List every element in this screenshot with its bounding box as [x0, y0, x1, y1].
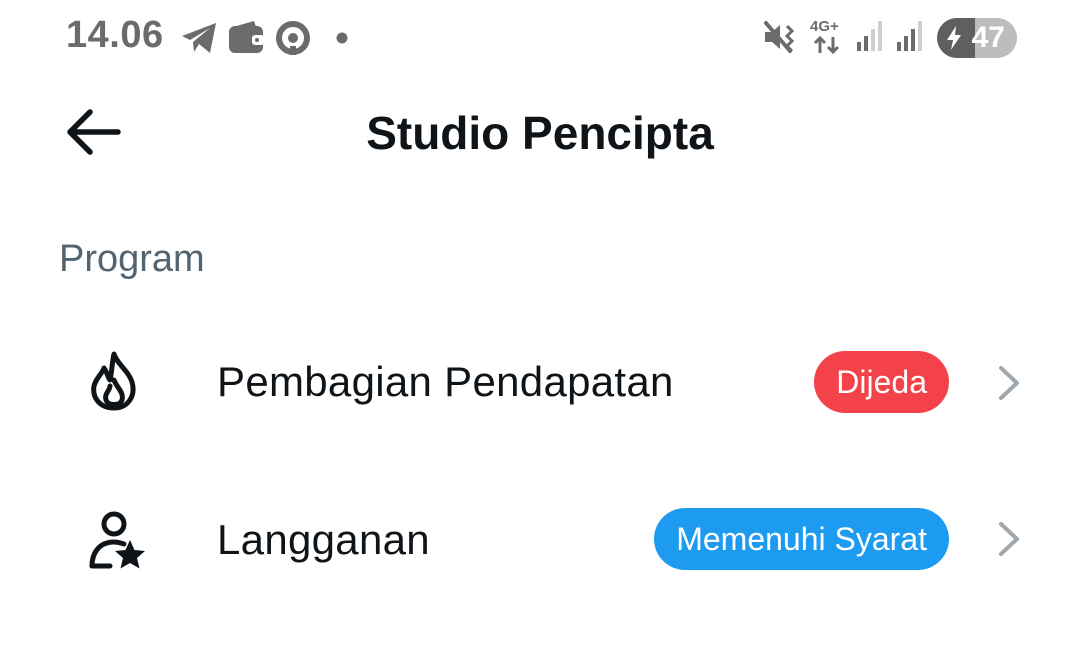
battery-indicator: 47: [937, 18, 1017, 58]
list-item-label: Pembagian Pendapatan: [217, 358, 674, 405]
battery-percent: 47: [971, 21, 1005, 54]
status-time: 14.06: [66, 14, 164, 56]
wallet-icon: [229, 21, 264, 53]
list-item-subscriptions[interactable]: Langganan Memenuhi Syarat: [0, 466, 1074, 616]
page-title: Studio Pencipta: [366, 107, 714, 159]
chevron-right-icon: [999, 366, 1019, 400]
status-badge-eligible: Memenuhi Syarat: [654, 508, 949, 570]
person-star-icon: [89, 511, 145, 569]
section-title: Program: [59, 238, 205, 280]
chevron-right-icon: [999, 522, 1019, 556]
signal-1-icon: [857, 21, 882, 51]
signal-2-icon: [897, 21, 922, 51]
telegram-icon: [182, 23, 216, 53]
status-badge-paused: Dijeda: [814, 351, 949, 413]
list-item-label: Langganan: [217, 516, 430, 563]
flame-icon: [91, 351, 136, 411]
network-4g-icon: 4G+: [808, 18, 848, 58]
circle-app-icon: [276, 21, 310, 55]
status-bar: 14.06 4G+ 47: [0, 0, 1074, 76]
notification-dot-icon: [336, 32, 348, 44]
network-label: 4G+: [810, 18, 839, 35]
vibrate-icon: [764, 21, 795, 53]
list-item-revenue-sharing[interactable]: Pembagian Pendapatan Dijeda: [0, 308, 1074, 458]
